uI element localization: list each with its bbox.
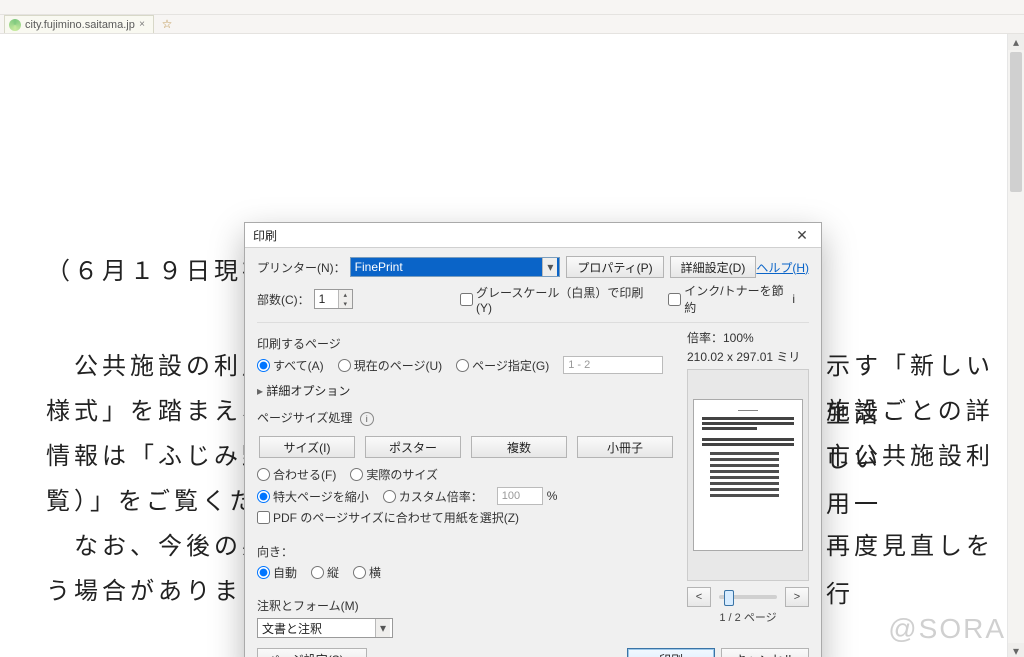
tab-title: city.fujimino.saitama.jp: [25, 19, 135, 31]
pages-all-radio[interactable]: すべて(A): [257, 357, 324, 374]
vertical-scrollbar[interactable]: ▴ ▾: [1007, 34, 1024, 657]
scroll-down-icon[interactable]: ▾: [1008, 643, 1024, 657]
watermark: @SORA: [888, 613, 1006, 645]
orientation-title: 向き：: [257, 537, 673, 564]
preview-prev-button[interactable]: <: [687, 587, 711, 607]
printer-select[interactable]: FinePrint: [350, 257, 561, 277]
print-preview: ————: [687, 369, 809, 581]
pages-range-radio[interactable]: ページ指定(G): [456, 357, 549, 374]
seg-booklet-button[interactable]: 小冊子: [577, 436, 673, 458]
fit-radio[interactable]: 合わせる(F): [257, 466, 336, 483]
seg-size-button[interactable]: サイズ(I): [259, 436, 355, 458]
annot-combo[interactable]: 文書と注釈: [257, 618, 393, 638]
doc-line-2a: 公共施設の利用: [46, 343, 270, 391]
browser-viewport: （６月１９日現在） 公共施設の利用 示す「新しい生活 様式」を踏まえ、 施設ごと…: [0, 34, 1024, 657]
tab-close-icon[interactable]: ×: [135, 19, 149, 30]
dialog-titlebar[interactable]: 印刷 ✕: [245, 223, 821, 248]
preview-page: ————: [694, 400, 802, 550]
dims-label: 210.02 x 297.01 ミリ: [687, 348, 805, 365]
pages-section-title: 印刷するページ: [257, 329, 673, 356]
seg-poster-button[interactable]: ポスター: [365, 436, 461, 458]
advanced-settings-button[interactable]: 詳細設定(D): [670, 256, 757, 278]
custom-unit: %: [547, 489, 558, 503]
orient-landscape-radio[interactable]: 横: [353, 564, 381, 581]
seg-multi-button[interactable]: 複数: [471, 436, 567, 458]
cancel-button[interactable]: キャンセル: [721, 648, 809, 657]
print-dialog: 印刷 ✕ プリンター(N)： FinePrint プロパティ(P) 詳細設定(D…: [244, 222, 822, 657]
custom-scale-input[interactable]: [497, 487, 543, 505]
help-link[interactable]: ヘルプ(H): [756, 259, 809, 276]
more-options-toggle[interactable]: 詳細オプション: [257, 378, 673, 403]
pages-current-radio[interactable]: 現在のページ(U): [338, 357, 442, 374]
preview-slider[interactable]: [719, 595, 777, 599]
orient-portrait-radio[interactable]: 縦: [311, 564, 339, 581]
doc-line-3a: 様式」を踏まえ、: [46, 388, 270, 436]
browser-tabbar: city.fujimino.saitama.jp × ☆: [0, 15, 1024, 34]
doc-line-4b: 市公共施設利用一: [826, 433, 994, 529]
copies-label: 部数(C)：: [257, 291, 310, 308]
dialog-title: 印刷: [253, 227, 277, 244]
properties-button[interactable]: プロパティ(P): [566, 256, 663, 278]
annot-title: 注釈とフォーム(M): [257, 591, 673, 618]
newtab-button[interactable]: ☆: [158, 15, 176, 33]
doc-line-4a: 情報は「ふじみ野: [46, 433, 270, 481]
grayscale-input[interactable]: [460, 293, 473, 306]
custom-radio[interactable]: カスタム倍率：: [383, 488, 483, 505]
copies-value: 1: [319, 292, 326, 306]
info-icon[interactable]: i: [792, 292, 795, 306]
doc-line-6b: 再度見直しを行: [826, 523, 994, 619]
annot-value: 文書と注釈: [262, 620, 322, 637]
scale-label: 倍率：100%: [687, 329, 805, 346]
shrink-radio[interactable]: 特大ページを縮小: [257, 488, 369, 505]
savetoner-input[interactable]: [668, 293, 681, 306]
scroll-up-icon[interactable]: ▴: [1008, 34, 1024, 50]
choose-paper-checkbox[interactable]: PDF のページサイズに合わせて用紙を選択(Z): [257, 509, 519, 526]
dialog-close-button[interactable]: ✕: [783, 223, 821, 247]
printer-value: FinePrint: [355, 260, 403, 274]
size-segmented: サイズ(I) ポスター 複数 小冊子: [259, 436, 673, 458]
browser-menubar: [0, 0, 1024, 15]
printer-label: プリンター(N)：: [257, 259, 346, 276]
tab-favicon: [9, 19, 21, 31]
orient-auto-radio[interactable]: 自動: [257, 564, 297, 581]
preview-next-button[interactable]: >: [785, 587, 809, 607]
doc-line-6a: なお、今後の感: [46, 523, 270, 571]
size-section-title: ページサイズ処理 i: [257, 403, 673, 430]
print-button[interactable]: 印刷: [627, 648, 715, 657]
preview-pagecount: 1 / 2 ページ: [687, 609, 809, 625]
scroll-thumb[interactable]: [1010, 52, 1022, 192]
page-range-input[interactable]: [563, 356, 663, 374]
copies-spinner[interactable]: 1 ▴▾: [314, 289, 353, 309]
browser-tab[interactable]: city.fujimino.saitama.jp ×: [4, 15, 154, 33]
grayscale-checkbox[interactable]: グレースケール（白黒）で印刷(Y): [460, 284, 654, 315]
page-setup-button[interactable]: ページ設定(S)…: [257, 648, 367, 657]
savetoner-checkbox[interactable]: インク/トナーを節約 i: [668, 282, 795, 316]
info-icon[interactable]: i: [360, 412, 374, 426]
actual-radio[interactable]: 実際のサイズ: [350, 466, 438, 483]
